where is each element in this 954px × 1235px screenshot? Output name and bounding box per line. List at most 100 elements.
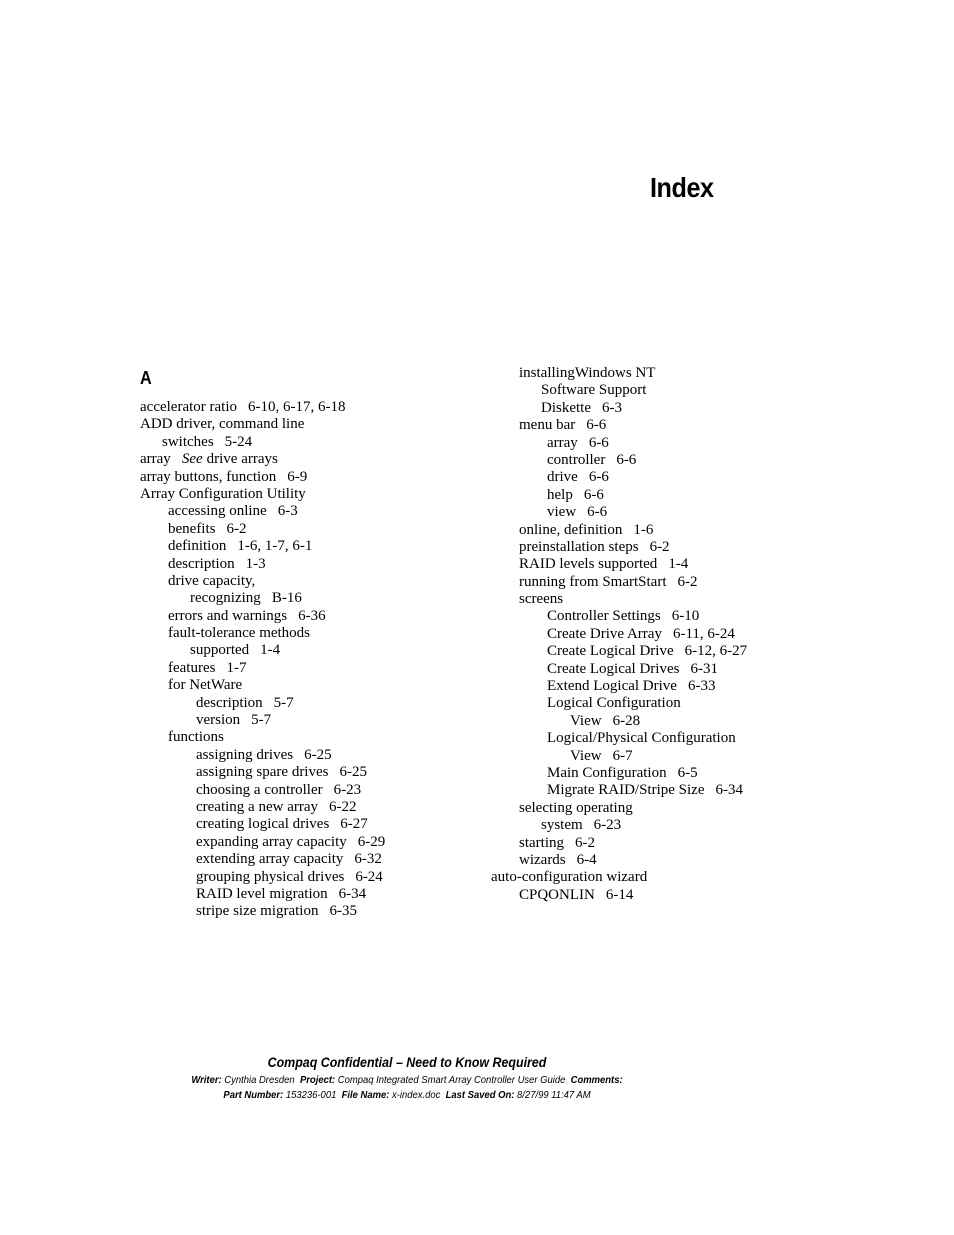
index-page-refs[interactable]: 6-2 bbox=[650, 539, 670, 555]
index-page-refs[interactable]: 6-2 bbox=[677, 574, 697, 590]
index-page-refs[interactable]: 6-3 bbox=[602, 400, 622, 416]
index-term: installingWindows NT bbox=[519, 365, 656, 381]
index-page-refs[interactable]: 6-14 bbox=[606, 887, 634, 903]
index-term: preinstallation steps bbox=[519, 538, 639, 555]
index-page-refs[interactable]: 1-6, 1-7, 6-1 bbox=[237, 538, 312, 554]
index-entry: fault-tolerance methods bbox=[140, 625, 385, 642]
file-name-value: x-index.doc bbox=[392, 1089, 441, 1101]
index-page-refs[interactable]: 6-24 bbox=[355, 869, 383, 885]
index-entry: definition 1-6, 1-7, 6-1 bbox=[140, 538, 385, 555]
index-entry: Migrate RAID/Stripe Size 6-34 bbox=[491, 782, 747, 799]
index-entry: screens bbox=[491, 591, 747, 608]
index-page-refs[interactable]: 6-6 bbox=[587, 504, 607, 520]
index-page-refs[interactable]: 1-4 bbox=[668, 556, 688, 572]
index-entry: Main Configuration 6-5 bbox=[491, 765, 747, 782]
index-entry: recognizing B-16 bbox=[140, 590, 385, 607]
writer-value: Cynthia Dresden bbox=[224, 1074, 295, 1086]
index-term: Migrate RAID/Stripe Size bbox=[547, 782, 705, 799]
index-page-refs[interactable]: 6-9 bbox=[287, 469, 307, 485]
index-term: assigning spare drives bbox=[196, 764, 329, 781]
index-entry: View 6-28 bbox=[491, 713, 747, 730]
see-reference-target[interactable]: drive arrays bbox=[207, 451, 278, 467]
page-title: Index bbox=[650, 172, 714, 203]
index-page-refs[interactable]: 6-2 bbox=[575, 835, 595, 851]
index-entry: array See drive arrays bbox=[140, 451, 385, 468]
index-page-refs[interactable]: 6-33 bbox=[688, 678, 716, 694]
index-page-refs[interactable]: 6-6 bbox=[586, 417, 606, 433]
index-page-refs[interactable]: 1-4 bbox=[260, 642, 280, 658]
index-entry: Controller Settings 6-10 bbox=[491, 608, 747, 625]
index-page-refs[interactable]: 6-6 bbox=[584, 487, 604, 503]
index-page-refs[interactable]: 6-6 bbox=[589, 435, 609, 451]
index-entry: drive 6-6 bbox=[491, 469, 747, 486]
index-page-refs[interactable]: 6-4 bbox=[577, 852, 597, 868]
index-page-refs[interactable]: 6-3 bbox=[278, 503, 298, 519]
index-entry: installingWindows NT bbox=[491, 365, 747, 382]
index-page-refs[interactable]: 6-6 bbox=[616, 452, 636, 468]
index-page-refs[interactable]: 5-7 bbox=[251, 712, 271, 728]
project-label: Project: bbox=[299, 1074, 336, 1086]
index-page-refs[interactable]: 6-11, 6-24 bbox=[673, 626, 735, 642]
part-number-label: Part Number: bbox=[223, 1089, 284, 1101]
index-term: array buttons, function bbox=[140, 468, 277, 485]
index-entry: preinstallation steps 6-2 bbox=[491, 539, 747, 556]
index-entry: grouping physical drives 6-24 bbox=[140, 869, 385, 886]
index-page-refs[interactable]: 6-23 bbox=[594, 817, 622, 833]
index-entry: ADD driver, command line bbox=[140, 416, 385, 433]
index-term: array bbox=[140, 451, 171, 468]
index-page-refs[interactable]: 6-31 bbox=[690, 661, 718, 677]
index-page-refs[interactable]: 6-6 bbox=[589, 469, 609, 485]
index-page-refs[interactable]: 6-22 bbox=[329, 799, 357, 815]
index-term: definition bbox=[168, 538, 227, 555]
index-page-refs[interactable]: 6-28 bbox=[613, 713, 641, 729]
index-term: switches bbox=[162, 433, 214, 450]
index-entry: Diskette 6-3 bbox=[491, 400, 747, 417]
footer-meta-line-1: Writer: Cynthia Dresden Project: Compaq … bbox=[41, 1074, 774, 1086]
index-page-refs[interactable]: 6-32 bbox=[354, 851, 382, 867]
index-entry: RAID levels supported 1-4 bbox=[491, 556, 747, 573]
index-term: extending array capacity bbox=[196, 851, 344, 868]
part-number-value: 153236-001 bbox=[285, 1089, 337, 1101]
index-entry: system 6-23 bbox=[491, 817, 747, 834]
index-column-left: accelerator ratio 6-10, 6-17, 6-18 ADD dri… bbox=[140, 399, 385, 921]
index-entry: drive capacity, bbox=[140, 573, 385, 590]
index-entry: RAID level migration 6-34 bbox=[140, 886, 385, 903]
index-page-refs[interactable]: 6-12, 6-27 bbox=[685, 643, 748, 659]
index-term: view bbox=[547, 504, 577, 521]
index-page-refs[interactable]: 1-7 bbox=[226, 660, 246, 676]
index-page-refs[interactable]: 6-25 bbox=[304, 747, 332, 763]
index-term: Controller Settings bbox=[547, 608, 661, 625]
index-term: selecting operating bbox=[519, 799, 633, 816]
index-term: View bbox=[570, 712, 602, 729]
index-term: controller bbox=[547, 451, 606, 468]
index-page-refs[interactable]: 1-3 bbox=[246, 556, 266, 572]
index-page-refs[interactable]: 6-27 bbox=[340, 816, 368, 832]
index-term: creating a new array bbox=[196, 798, 319, 815]
index-page-refs[interactable]: 6-23 bbox=[334, 782, 362, 798]
index-term: system bbox=[541, 817, 583, 834]
index-term: Create Logical Drive bbox=[547, 643, 674, 660]
index-entry: accelerator ratio 6-10, 6-17, 6-18 bbox=[140, 399, 385, 416]
index-page-refs[interactable]: 6-10, 6-17, 6-18 bbox=[248, 399, 346, 415]
index-entry: array buttons, function 6-9 bbox=[140, 469, 385, 486]
index-page-refs[interactable]: 6-36 bbox=[298, 608, 326, 624]
index-page-refs[interactable]: 6-25 bbox=[339, 764, 367, 780]
index-term: errors and warnings bbox=[168, 607, 288, 624]
index-entry: running from SmartStart 6-2 bbox=[491, 574, 747, 591]
index-page-refs[interactable]: 6-2 bbox=[226, 521, 246, 537]
index-page-refs[interactable]: 6-10 bbox=[672, 608, 700, 624]
index-page-refs[interactable]: B-16 bbox=[272, 590, 302, 606]
index-page-refs[interactable]: 6-29 bbox=[358, 834, 386, 850]
index-page-refs[interactable]: 1-6 bbox=[633, 522, 653, 538]
index-page-refs[interactable]: 6-35 bbox=[329, 903, 357, 919]
index-page-refs[interactable]: 6-34 bbox=[715, 782, 743, 798]
index-page-refs[interactable]: 5-24 bbox=[225, 434, 253, 450]
index-term: for NetWare bbox=[168, 677, 243, 694]
index-page-refs[interactable]: 5-7 bbox=[274, 695, 294, 711]
index-page-refs[interactable]: 6-34 bbox=[339, 886, 367, 902]
index-page-refs[interactable]: 6-7 bbox=[613, 748, 633, 764]
index-entry: supported 1-4 bbox=[140, 642, 385, 659]
index-page-refs[interactable]: 6-5 bbox=[678, 765, 698, 781]
index-entry: assigning spare drives 6-25 bbox=[140, 764, 385, 781]
index-entry: view 6-6 bbox=[491, 504, 747, 521]
